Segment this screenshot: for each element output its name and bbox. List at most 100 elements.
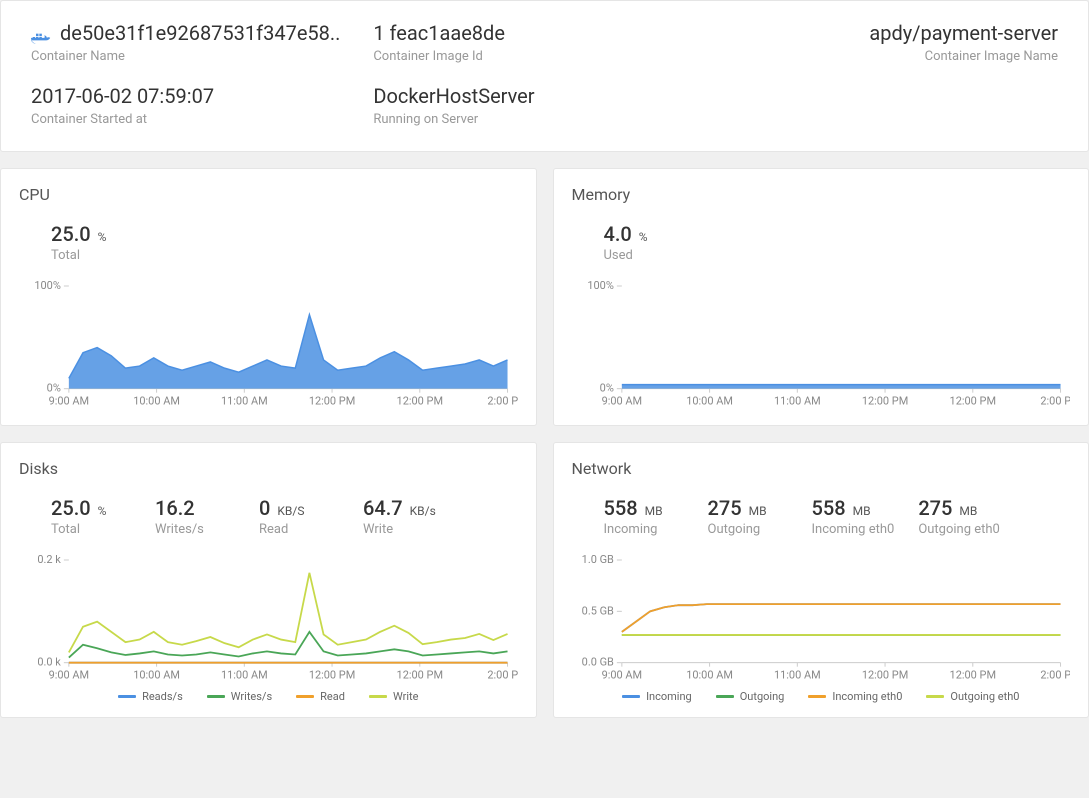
memory-stat-used: 4.0 % Used (604, 222, 684, 263)
svg-text:100%: 100% (587, 281, 614, 292)
legend-outgoing-eth0: Outgoing eth0 (926, 690, 1019, 703)
svg-text:12:00 PM: 12:00 PM (861, 668, 907, 681)
memory-stat-num: 4.0 (604, 222, 632, 246)
svg-text:10:00 AM: 10:00 AM (133, 668, 180, 681)
svg-text:12:00 PM: 12:00 PM (397, 395, 443, 408)
svg-text:0.2 k: 0.2 k (37, 555, 61, 566)
disks-stat-0: 25.0 % Total (51, 496, 131, 537)
net-stat-1: 275 MB Outgoing (708, 496, 788, 537)
cpu-stat-total: 25.0 % Total (51, 222, 131, 263)
started-at-value: 2017-06-02 07:59:07 (31, 84, 373, 108)
svg-text:0%: 0% (599, 382, 613, 395)
disks-stat-3: 64.7 KB/s Write (363, 496, 443, 537)
svg-text:10:00 AM: 10:00 AM (133, 395, 180, 408)
svg-text:2:00 PM: 2:00 PM (1040, 668, 1070, 681)
svg-text:12:00 PM: 12:00 PM (949, 395, 995, 408)
legend-read: Read (296, 690, 345, 703)
network-legend: Incoming Outgoing Incoming eth0 Outgoing… (572, 690, 1071, 703)
disks-legend: Reads/s Writes/s Read Write (19, 690, 518, 703)
svg-text:2:00 PM: 2:00 PM (487, 668, 517, 681)
svg-text:0%: 0% (47, 382, 61, 395)
container-image-id-label: Container Image Id (373, 49, 715, 64)
network-panel: Network 558 MB Incoming 275 MB Outgoing … (553, 442, 1089, 719)
cpu-stats: 25.0 % Total (51, 222, 518, 263)
svg-text:0.0 k: 0.0 k (37, 655, 61, 668)
network-stats: 558 MB Incoming 275 MB Outgoing 558 MB I… (604, 496, 1071, 537)
svg-text:12:00 PM: 12:00 PM (309, 395, 355, 408)
cpu-stat-value: 25.0 % (51, 222, 131, 246)
cpu-stat-unit: % (98, 230, 107, 244)
net-stat-0: 558 MB Incoming (604, 496, 684, 537)
container-name-text: de50e31f1e92687531f347e58.. (60, 21, 340, 45)
legend-writes: Writes/s (207, 690, 272, 703)
legend-reads: Reads/s (118, 690, 183, 703)
cpu-chart: 0% 100% 9:00 AM 10:00 AM 11:00 AM 12:00 PM 12:… (19, 281, 518, 411)
header-card: de50e31f1e92687531f347e58.. Container Na… (0, 0, 1089, 152)
svg-text:9:00 AM: 9:00 AM (601, 668, 642, 681)
network-title: Network (572, 459, 1071, 478)
cpu-stat-label: Total (51, 248, 131, 263)
legend-incoming: Incoming (622, 690, 692, 703)
header-row-1: de50e31f1e92687531f347e58.. Container Na… (31, 21, 1058, 64)
net-stat-2: 558 MB Incoming eth0 (812, 496, 895, 537)
running-on-value: DockerHostServer (373, 84, 715, 108)
svg-text:1.0 GB: 1.0 GB (581, 555, 613, 566)
cpu-panel: CPU 25.0 % Total 0% 100% 9:00 AM 10:00 AM 11… (0, 168, 537, 426)
memory-stats: 4.0 % Used (604, 222, 1071, 263)
svg-text:10:00 AM: 10:00 AM (686, 395, 733, 408)
docker-icon (31, 28, 51, 42)
network-chart-svg: 0.0 GB 0.5 GB 1.0 GB 9:00 AM 10:00 AM 11:00 A… (572, 555, 1071, 685)
container-image-name-block: apdy/payment-server Container Image Name (716, 21, 1058, 64)
running-on-block: DockerHostServer Running on Server (373, 84, 715, 127)
memory-title: Memory (572, 185, 1071, 204)
net-stat-3: 275 MB Outgoing eth0 (918, 496, 1000, 537)
svg-text:100%: 100% (34, 281, 61, 292)
svg-text:12:00 PM: 12:00 PM (397, 668, 443, 681)
container-name-label: Container Name (31, 49, 373, 64)
disks-chart-svg: 0.0 k 0.2 k 9:00 AM 10:00 AM 11:00 AM 12:00 P… (19, 555, 518, 685)
memory-stat-value: 4.0 % (604, 222, 684, 246)
svg-text:9:00 AM: 9:00 AM (49, 668, 90, 681)
started-at-block: 2017-06-02 07:59:07 Container Started at (31, 84, 373, 127)
started-at-label: Container Started at (31, 112, 373, 127)
svg-text:12:00 PM: 12:00 PM (861, 395, 907, 408)
cpu-stat-num: 25.0 (51, 222, 91, 246)
svg-text:12:00 PM: 12:00 PM (949, 668, 995, 681)
svg-text:9:00 AM: 9:00 AM (49, 395, 90, 408)
svg-text:11:00 AM: 11:00 AM (773, 668, 820, 681)
disks-panel: Disks 25.0 % Total 16.2 Writes/s 0 KB/S … (0, 442, 537, 719)
header-row-2: 2017-06-02 07:59:07 Container Started at… (31, 84, 1058, 127)
container-name-block: de50e31f1e92687531f347e58.. Container Na… (31, 21, 373, 64)
svg-text:0.0 GB: 0.0 GB (581, 655, 613, 668)
disks-stats: 25.0 % Total 16.2 Writes/s 0 KB/S Read 6… (51, 496, 518, 537)
network-chart: 0.0 GB 0.5 GB 1.0 GB 9:00 AM 10:00 AM 11:00 A… (572, 555, 1071, 685)
header-spacer (716, 84, 1058, 127)
memory-stat-label: Used (604, 248, 684, 263)
running-on-label: Running on Server (373, 112, 715, 127)
legend-outgoing: Outgoing (716, 690, 785, 703)
svg-text:11:00 AM: 11:00 AM (221, 668, 268, 681)
svg-text:2:00 PM: 2:00 PM (1040, 395, 1070, 408)
svg-text:10:00 AM: 10:00 AM (686, 668, 733, 681)
svg-text:0.5 GB: 0.5 GB (581, 604, 613, 617)
legend-write: Write (369, 690, 418, 703)
disks-stat-2: 0 KB/S Read (259, 496, 339, 537)
svg-text:2:00 PM: 2:00 PM (487, 395, 517, 408)
svg-text:9:00 AM: 9:00 AM (601, 395, 642, 408)
container-image-name-label: Container Image Name (716, 49, 1058, 64)
memory-panel: Memory 4.0 % Used 0% 100% 9:00 AM 10:00 AM 1… (553, 168, 1089, 426)
memory-stat-unit: % (639, 230, 648, 244)
cpu-title: CPU (19, 185, 518, 204)
container-image-name-value: apdy/payment-server (716, 21, 1058, 45)
memory-chart-svg: 0% 100% 9:00 AM 10:00 AM 11:00 AM 12:00 PM 12:… (572, 281, 1071, 411)
cpu-chart-svg: 0% 100% 9:00 AM 10:00 AM 11:00 AM 12:00 PM 12:… (19, 281, 518, 411)
svg-text:11:00 AM: 11:00 AM (221, 395, 268, 408)
disks-stat-1: 16.2 Writes/s (155, 496, 235, 537)
legend-incoming-eth0: Incoming eth0 (808, 690, 902, 703)
container-image-id-block: 1 feac1aae8de Container Image Id (373, 21, 715, 64)
container-name-value: de50e31f1e92687531f347e58.. (31, 21, 373, 45)
disks-title: Disks (19, 459, 518, 478)
disks-chart: 0.0 k 0.2 k 9:00 AM 10:00 AM 11:00 AM 12:00 P… (19, 555, 518, 685)
svg-text:11:00 AM: 11:00 AM (773, 395, 820, 408)
memory-chart: 0% 100% 9:00 AM 10:00 AM 11:00 AM 12:00 PM 12:… (572, 281, 1071, 411)
